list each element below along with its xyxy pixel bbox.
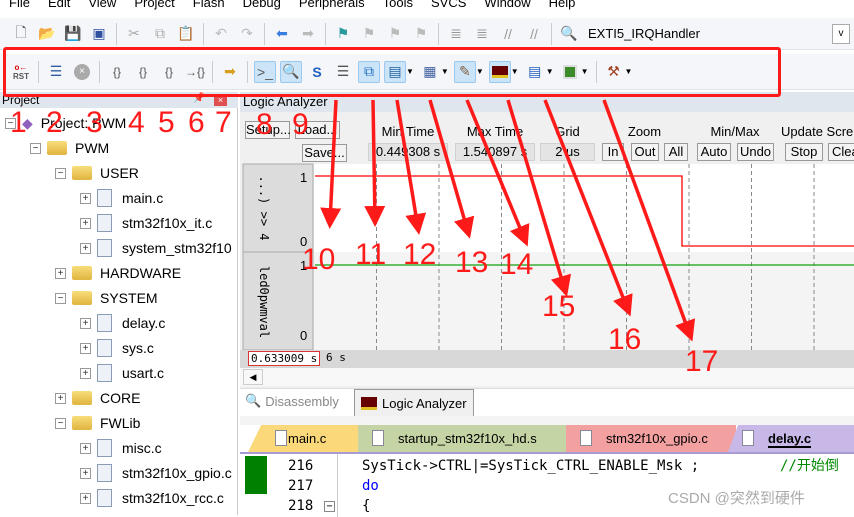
annotation-number: 3 <box>86 106 103 139</box>
annotation-number: 17 <box>685 345 719 378</box>
annotation-number: 5 <box>158 106 175 139</box>
annotation-arrow <box>602 99 696 342</box>
annotation-number: 11 <box>355 238 387 271</box>
annotation-number: 1 <box>10 106 27 139</box>
annotation-number: 10 <box>302 243 336 276</box>
annotation-arrow <box>364 99 386 227</box>
annotation-number: 12 <box>403 238 437 271</box>
annotation-number: 4 <box>128 106 145 139</box>
annotation-number: 7 <box>215 106 232 139</box>
annotation-number: 8 <box>256 108 273 141</box>
annotation-number: 13 <box>455 246 489 279</box>
annotation-number: 2 <box>46 106 63 139</box>
annotation-number: 15 <box>542 290 576 323</box>
annotation-arrow <box>320 99 342 229</box>
annotation-number: 16 <box>608 323 642 356</box>
annotation-arrow <box>428 99 475 239</box>
annotation-number: 9 <box>292 108 309 141</box>
annotation-arrow <box>395 99 427 235</box>
annotation-arrow <box>465 99 530 247</box>
annotation-number: 14 <box>500 248 534 281</box>
annotation-number: 6 <box>188 106 205 139</box>
